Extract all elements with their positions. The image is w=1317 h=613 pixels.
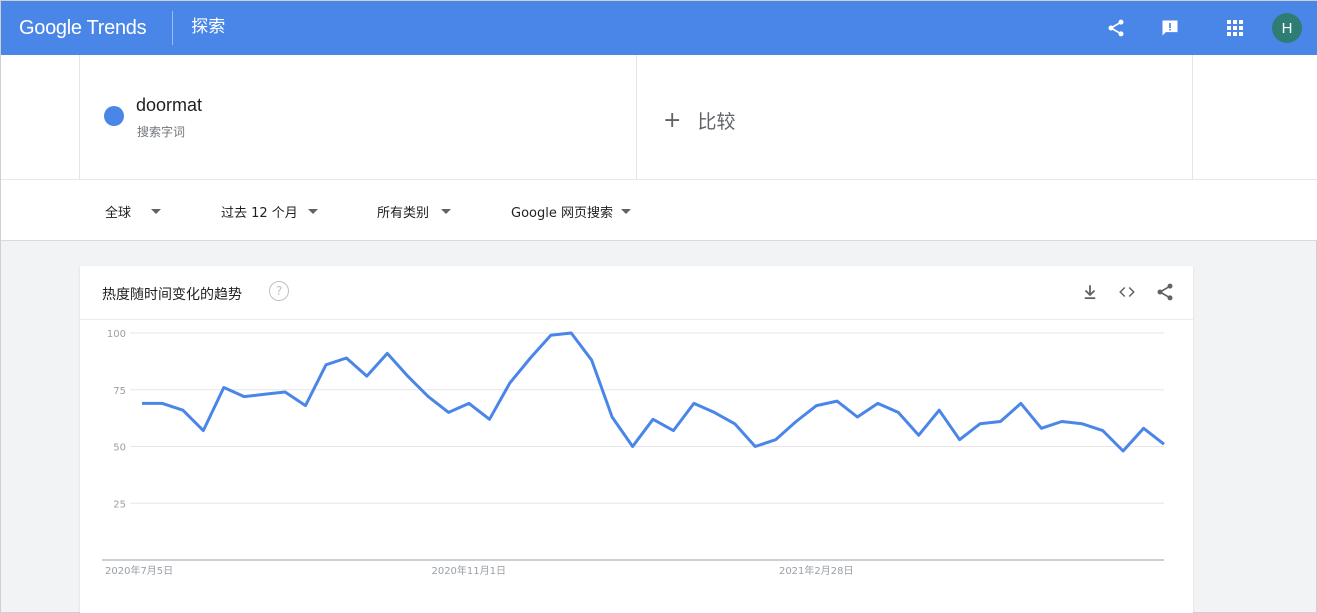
data-point[interactable] <box>1100 428 1106 434</box>
data-point[interactable] <box>711 409 717 415</box>
time-filter[interactable]: 过去 12 个月 <box>221 202 318 221</box>
compare-label: 比较 <box>697 111 736 133</box>
apps-icon[interactable] <box>1226 19 1244 37</box>
interest-over-time-card: 热度随时间变化的趋势 ? 25 50 75 100 2020年7月5日 2020年11月1… <box>80 266 1193 613</box>
search-terms-row: doormat 搜索字词 + 比较 <box>1 55 1317 179</box>
feedback-icon[interactable] <box>1160 18 1180 38</box>
region-filter[interactable]: 全球 <box>105 202 162 221</box>
plus-icon: + <box>663 108 682 133</box>
data-point[interactable] <box>548 332 554 338</box>
data-point[interactable] <box>343 355 349 361</box>
data-point[interactable] <box>752 444 758 450</box>
region-label: 全球 <box>105 206 132 221</box>
data-point[interactable] <box>875 400 881 406</box>
chevron-down-icon <box>441 209 452 214</box>
data-point[interactable] <box>466 400 472 406</box>
data-point[interactable] <box>977 421 983 427</box>
top-bar: Google Trends 探索 H <box>1 1 1317 55</box>
data-point[interactable] <box>957 437 963 443</box>
data-point[interactable] <box>282 389 288 395</box>
avatar[interactable]: H <box>1272 13 1302 43</box>
search-type-label: Google 网页搜索 <box>511 206 613 221</box>
category-filter[interactable]: 所有类别 <box>377 202 452 221</box>
data-point[interactable] <box>139 400 145 406</box>
x-tick-label: 2021年2月28日 <box>779 564 854 577</box>
data-point[interactable] <box>609 414 615 420</box>
data-point[interactable] <box>446 409 452 415</box>
data-point[interactable] <box>323 362 329 368</box>
explore-title: 探索 <box>191 16 226 37</box>
data-point[interactable] <box>486 416 492 422</box>
data-point[interactable] <box>854 414 860 420</box>
chevron-down-icon <box>307 209 318 214</box>
data-point[interactable] <box>1059 419 1065 425</box>
data-point[interactable] <box>303 403 309 409</box>
data-point[interactable] <box>814 403 820 409</box>
data-point[interactable] <box>997 419 1003 425</box>
data-point[interactable] <box>1038 425 1044 431</box>
search-type-filter[interactable]: Google 网页搜索 <box>511 202 631 221</box>
data-point[interactable] <box>1141 425 1147 431</box>
chevron-down-icon <box>620 209 631 214</box>
data-point[interactable] <box>589 357 595 363</box>
data-point[interactable] <box>1079 421 1085 427</box>
data-point[interactable] <box>200 428 206 434</box>
chevron-down-icon <box>151 209 162 214</box>
compare-button[interactable]: + 比较 <box>663 107 735 134</box>
data-point[interactable] <box>1120 448 1126 454</box>
compare-card[interactable]: + 比较 <box>636 55 1193 179</box>
term-color-dot <box>104 106 124 126</box>
term-type-label: 搜索字词 <box>137 125 186 139</box>
y-tick-label: 100 <box>107 329 126 340</box>
data-point[interactable] <box>691 400 697 406</box>
data-point[interactable] <box>262 391 268 397</box>
y-tick-label: 50 <box>113 443 126 454</box>
data-point[interactable] <box>221 384 227 390</box>
data-point[interactable] <box>241 394 247 400</box>
data-point[interactable] <box>159 400 165 406</box>
data-point[interactable] <box>630 444 636 450</box>
time-label: 过去 12 个月 <box>221 206 298 221</box>
y-tick-label: 25 <box>113 499 126 510</box>
data-point[interactable] <box>568 330 574 336</box>
data-point[interactable] <box>425 394 431 400</box>
data-point[interactable] <box>773 437 779 443</box>
data-point[interactable] <box>1018 400 1024 406</box>
data-point[interactable] <box>732 421 738 427</box>
data-point[interactable] <box>384 350 390 356</box>
data-point[interactable] <box>650 416 656 422</box>
x-tick-label: 2020年7月5日 <box>105 564 173 577</box>
data-point[interactable] <box>1161 441 1167 447</box>
search-term-card[interactable]: doormat 搜索字词 <box>79 55 636 179</box>
header-icons: H <box>1076 1 1302 55</box>
series-line[interactable] <box>142 331 1165 453</box>
data-point[interactable] <box>180 407 186 413</box>
data-point[interactable] <box>527 355 533 361</box>
google-trends-logo[interactable]: Google Trends <box>19 17 147 40</box>
share-icon[interactable] <box>1106 18 1126 38</box>
data-point[interactable] <box>405 373 411 379</box>
data-point[interactable] <box>670 428 676 434</box>
data-point[interactable] <box>895 409 901 415</box>
term-name[interactable]: doormat <box>136 95 202 116</box>
y-tick-label: 75 <box>113 386 126 397</box>
interest-line-chart[interactable]: 25 50 75 100 2020年7月5日 2020年11月1日 2021年2月28日 <box>80 266 1193 613</box>
data-point[interactable] <box>507 380 513 386</box>
data-point[interactable] <box>793 419 799 425</box>
data-point[interactable] <box>916 432 922 438</box>
x-tick-label: 2020年11月1日 <box>431 564 506 577</box>
filter-bar: 全球 过去 12 个月 所有类别 Google 网页搜索 <box>1 179 1317 241</box>
data-point[interactable] <box>364 373 370 379</box>
category-label: 所有类别 <box>377 206 430 221</box>
data-point[interactable] <box>936 407 942 413</box>
data-point[interactable] <box>834 398 840 404</box>
header-divider <box>172 11 174 45</box>
